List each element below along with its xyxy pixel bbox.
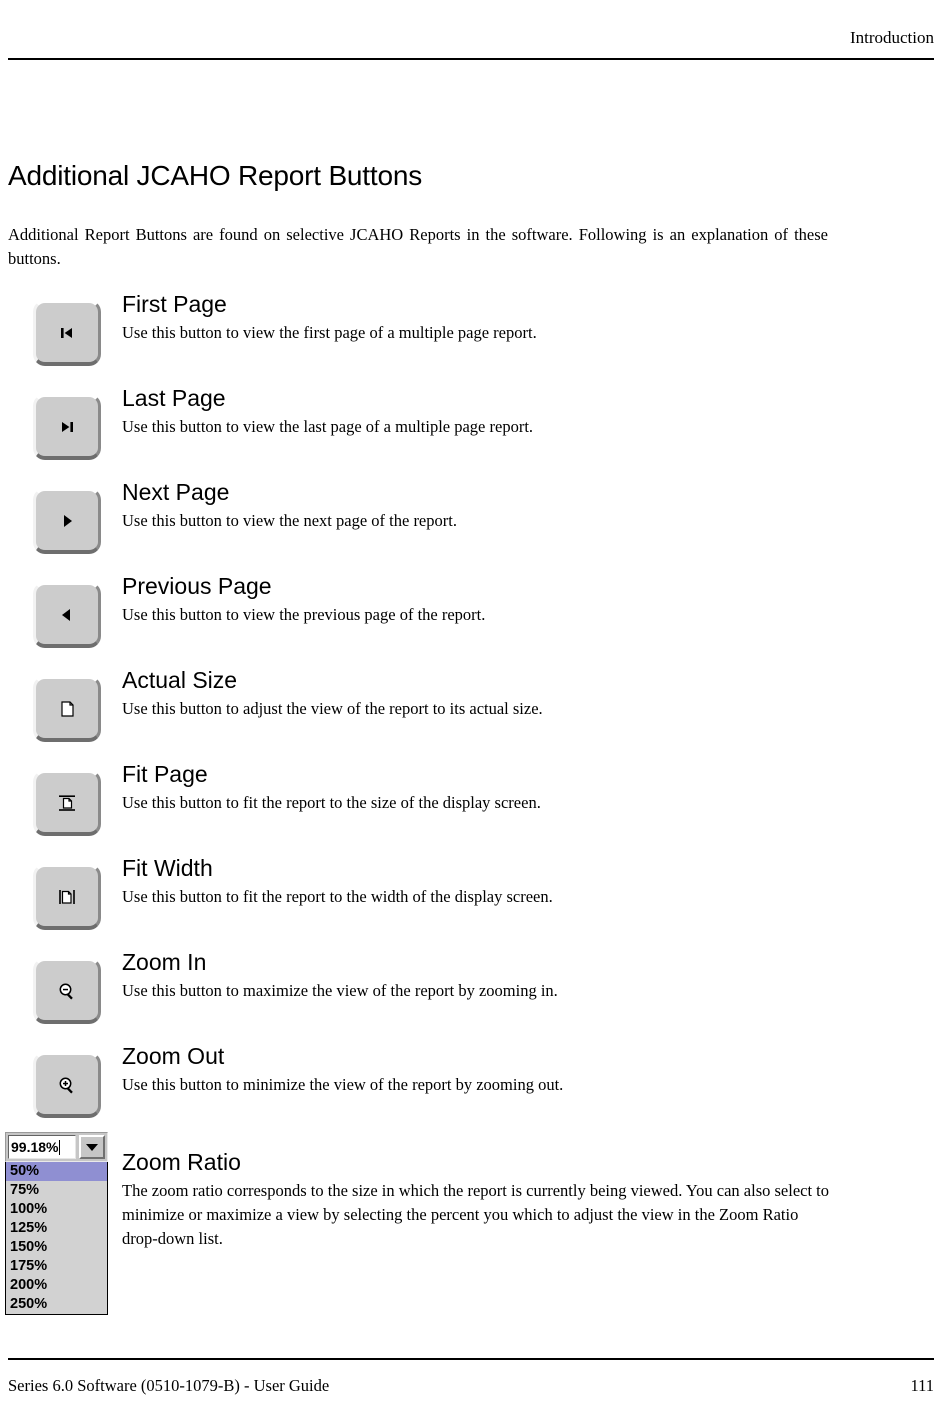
zoom-ratio-value: 99.18% [11,1139,59,1155]
previous-page-icon [56,604,78,626]
list-item-description: Use this button to view the previous pag… [122,605,486,624]
page-footer: Series 6.0 Software (0510-1079-B) - User… [0,1358,942,1404]
page-header: Introduction [0,28,942,64]
list-item-text: Fit Width Use this button to fit the rep… [122,854,912,909]
next-page-icon [56,510,78,532]
zoom-ratio-option[interactable]: 250% [6,1295,107,1314]
first-page-icon [56,322,78,344]
list-item-title: Next Page [122,479,230,505]
list-item-title: Actual Size [122,667,238,693]
list-item-title: Fit Width [122,855,213,881]
zoom-ratio-dropdown-button[interactable] [79,1135,105,1159]
zoom-ratio-option[interactable]: 75% [6,1181,107,1200]
previous-page-button[interactable] [33,582,101,648]
header-divider [8,58,934,60]
first-page-button[interactable] [33,300,101,366]
zoom-ratio-option-list[interactable]: 50% 75% 100% 125% 150% 175% 200% 250% [5,1162,108,1315]
list-item-text: Zoom In Use this button to maximize the … [122,948,912,1003]
fit-width-icon [56,886,78,908]
zoom-ratio-input[interactable]: 99.18% [8,1135,76,1159]
zoom-ratio-option[interactable]: 150% [6,1238,107,1257]
list-item-description: Use this button to fit the report to the… [122,793,541,812]
zoom-out-icon [56,1074,78,1096]
list-item-text: First Page Use this button to view the f… [122,290,912,345]
zoom-ratio-option[interactable]: 100% [6,1200,107,1219]
combo-frame: 99.18% [5,1132,108,1162]
zoom-ratio-option[interactable]: 200% [6,1276,107,1295]
list-item-description: Use this button to view the first page o… [122,323,537,342]
list-item: Previous Page Use this button to view th… [0,572,942,666]
list-item-text: Zoom Out Use this button to minimize the… [122,1042,912,1097]
last-page-icon [56,416,78,438]
zoom-out-button[interactable] [33,1052,101,1118]
fit-page-button[interactable] [33,770,101,836]
list-item-text: Previous Page Use this button to view th… [122,572,912,627]
list-item: Fit Width Use this button to fit the rep… [0,854,942,948]
list-item-title: Zoom Out [122,1043,225,1069]
text-cursor [59,1139,61,1155]
fit-page-icon [56,792,78,814]
footer-divider [8,1358,934,1360]
list-item: Last Page Use this button to view the la… [0,384,942,478]
list-item-title: Zoom In [122,949,207,975]
list-item-description: Use this button to maximize the view of … [122,981,558,1000]
list-item-text: Fit Page Use this button to fit the repo… [122,760,912,815]
zoom-ratio-option[interactable]: 125% [6,1219,107,1238]
fit-width-button[interactable] [33,864,101,930]
actual-size-icon [56,698,78,720]
zoom-ratio-option[interactable]: 50% [6,1162,107,1181]
intro-paragraph: Additional Report Buttons are found on s… [8,224,828,268]
list-item-title: Fit Page [122,761,208,787]
footer-guide-label: Series 6.0 Software (0510-1079-B) - User… [8,1376,330,1395]
list-item: Actual Size Use this button to adjust th… [0,666,942,760]
actual-size-button[interactable] [33,676,101,742]
chevron-down-icon [86,1143,98,1151]
list-item-title: Last Page [122,385,226,411]
list-item-title: Previous Page [122,573,272,599]
list-item-title: First Page [122,291,227,317]
list-item-text: Actual Size Use this button to adjust th… [122,666,912,721]
list-item: Zoom In Use this button to maximize the … [0,948,942,1042]
list-item: Next Page Use this button to view the ne… [0,478,942,572]
last-page-button[interactable] [33,394,101,460]
zoom-ratio-text: Zoom Ratio The zoom ratio corresponds to… [122,1148,852,1251]
zoom-ratio-description: The zoom ratio corresponds to the size i… [122,1181,830,1248]
list-item-description: Use this button to minimize the view of … [122,1075,564,1094]
zoom-ratio-title: Zoom Ratio [122,1149,241,1175]
list-item-description: Use this button to view the next page of… [122,511,457,530]
page-title: Additional JCAHO Report Buttons [8,159,423,191]
header-title: Introduction [849,28,934,47]
list-item: First Page Use this button to view the f… [0,290,942,384]
button-reference-list: First Page Use this button to view the f… [0,290,942,1136]
list-item: Zoom Out Use this button to minimize the… [0,1042,942,1136]
zoom-ratio-option[interactable]: 175% [6,1257,107,1276]
list-item-description: Use this button to fit the report to the… [122,887,553,906]
next-page-button[interactable] [33,488,101,554]
zoom-in-icon [56,980,78,1002]
list-item-text: Next Page Use this button to view the ne… [122,478,912,533]
list-item: Fit Page Use this button to fit the repo… [0,760,942,854]
zoom-ratio-combobox[interactable]: 99.18% 50% 75% 100% 125% 150% 175% 200% … [5,1132,108,1315]
list-item-text: Last Page Use this button to view the la… [122,384,912,439]
zoom-in-button[interactable] [33,958,101,1024]
page-number: 111 [910,1376,934,1395]
list-item-description: Use this button to adjust the view of th… [122,699,543,718]
list-item-description: Use this button to view the last page of… [122,417,534,436]
